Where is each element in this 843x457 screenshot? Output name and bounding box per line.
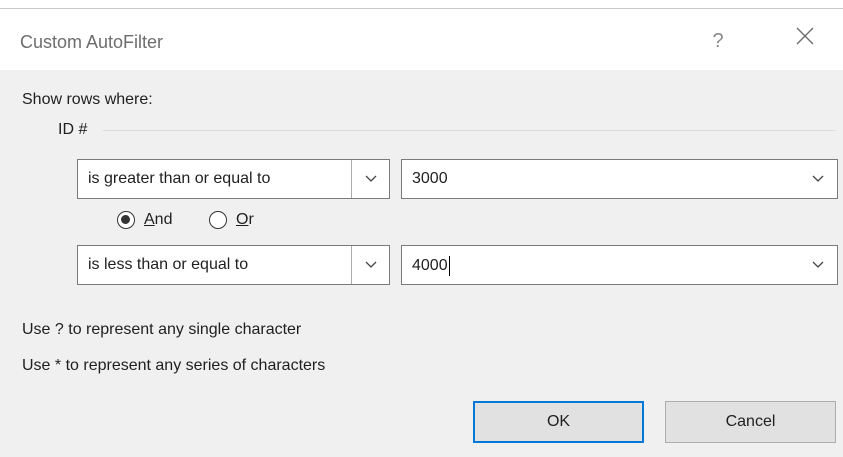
hint-series-characters: Use * to represent any series of charact… bbox=[22, 357, 326, 374]
value-2-dropdown-button[interactable] bbox=[799, 246, 837, 284]
operator-1-value: is greater than or equal to bbox=[88, 170, 271, 187]
value-2-input[interactable]: 4000 bbox=[412, 256, 450, 276]
operator-1-select[interactable]: is greater than or equal to bbox=[77, 159, 390, 199]
dialog-title: Custom AutoFilter bbox=[20, 32, 164, 52]
ok-button[interactable]: OK bbox=[473, 401, 644, 443]
operator-2-select[interactable]: is less than or equal to bbox=[77, 245, 390, 285]
group-divider bbox=[103, 130, 836, 131]
and-label[interactable]: And bbox=[144, 211, 172, 229]
close-icon bbox=[796, 27, 814, 45]
value-1-dropdown-button[interactable] bbox=[799, 160, 837, 198]
cancel-button[interactable]: Cancel bbox=[665, 401, 836, 443]
hint-single-character: Use ? to represent any single character bbox=[22, 321, 302, 338]
chevron-down-icon bbox=[812, 261, 824, 268]
help-button[interactable]: ? bbox=[700, 25, 736, 57]
operator-2-value: is less than or equal to bbox=[88, 256, 249, 273]
operator-1-dropdown-button[interactable] bbox=[351, 160, 389, 198]
chevron-down-icon bbox=[812, 175, 824, 182]
chevron-down-icon bbox=[365, 261, 376, 268]
field-label: ID # bbox=[58, 121, 88, 138]
title-bar: Custom AutoFilter ? bbox=[0, 9, 843, 70]
value-1-input[interactable]: 3000 bbox=[412, 170, 448, 188]
custom-autofilter-dialog: Custom AutoFilter ? Show rows where: ID … bbox=[0, 8, 843, 457]
or-label[interactable]: Or bbox=[236, 211, 254, 229]
chevron-down-icon bbox=[365, 175, 376, 182]
and-radio[interactable] bbox=[117, 211, 135, 229]
close-button[interactable] bbox=[785, 25, 825, 57]
show-rows-label: Show rows where: bbox=[22, 91, 153, 108]
text-cursor bbox=[448, 256, 450, 276]
or-radio[interactable] bbox=[209, 211, 227, 229]
operator-2-dropdown-button[interactable] bbox=[351, 246, 389, 284]
value-2-combobox[interactable]: 4000 bbox=[401, 245, 838, 285]
value-1-combobox[interactable]: 3000 bbox=[401, 159, 838, 199]
